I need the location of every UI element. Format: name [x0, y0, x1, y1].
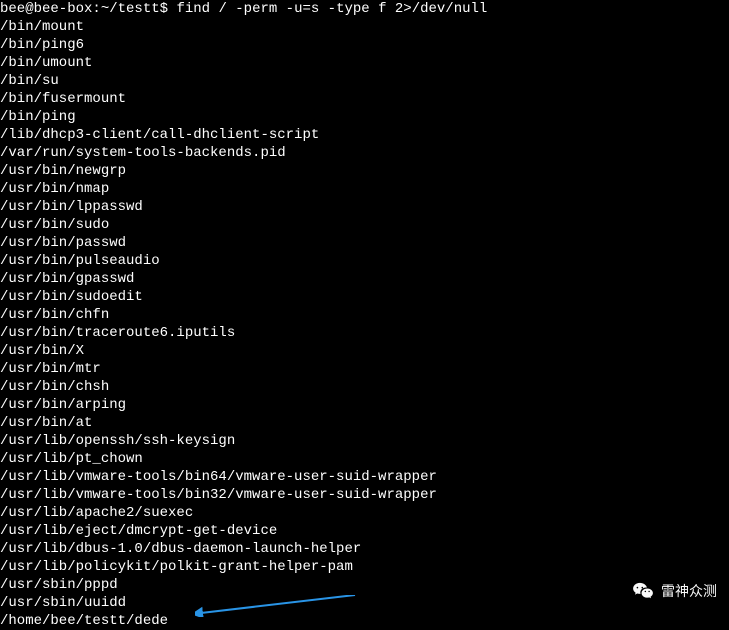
output-line: /usr/bin/gpasswd	[0, 270, 729, 288]
output-line: /usr/lib/pt_chown	[0, 450, 729, 468]
output-line: /bin/fusermount	[0, 90, 729, 108]
output-line: /var/run/system-tools-backends.pid	[0, 144, 729, 162]
output-line: /usr/lib/policykit/polkit-grant-helper-p…	[0, 558, 729, 576]
highlighted-output-line: /home/bee/testt/dede	[0, 612, 729, 630]
output-line: /bin/ping	[0, 108, 729, 126]
output-line: /usr/bin/pulseaudio	[0, 252, 729, 270]
prompt-colon: :	[92, 1, 100, 17]
output-line: /bin/umount	[0, 54, 729, 72]
output-line: /usr/bin/sudoedit	[0, 288, 729, 306]
output-line: /usr/bin/traceroute6.iputils	[0, 324, 729, 342]
output-line: /usr/lib/openssh/ssh-keysign	[0, 432, 729, 450]
output-line: /usr/bin/sudo	[0, 216, 729, 234]
output-line: /usr/bin/at	[0, 414, 729, 432]
output-line: /bin/ping6	[0, 36, 729, 54]
output-line: /usr/bin/arping	[0, 396, 729, 414]
output-line: /bin/mount	[0, 18, 729, 36]
output-line: /usr/lib/eject/dmcrypt-get-device	[0, 522, 729, 540]
output-line: /usr/bin/mtr	[0, 360, 729, 378]
output-container: /bin/mount/bin/ping6/bin/umount/bin/su/b…	[0, 18, 729, 612]
output-line: /usr/lib/vmware-tools/bin64/vmware-user-…	[0, 468, 729, 486]
output-line: /lib/dhcp3-client/call-dhclient-script	[0, 126, 729, 144]
output-line: /usr/bin/chsh	[0, 378, 729, 396]
watermark-text: 雷神众测	[661, 582, 717, 600]
prompt-path: ~/testt	[101, 1, 160, 17]
watermark: 雷神众测	[632, 582, 717, 600]
output-line: /bin/su	[0, 72, 729, 90]
prompt-separator: $	[160, 1, 168, 17]
output-line: /usr/bin/nmap	[0, 180, 729, 198]
output-line: /usr/bin/passwd	[0, 234, 729, 252]
terminal-output: bee@bee-box:~/testt$ find / -perm -u=s -…	[0, 0, 729, 630]
output-line: /usr/lib/apache2/suexec	[0, 504, 729, 522]
prompt-command: find / -perm -u=s -type f 2>/dev/null	[176, 1, 487, 17]
output-line: /usr/bin/newgrp	[0, 162, 729, 180]
output-line: /usr/lib/vmware-tools/bin32/vmware-user-…	[0, 486, 729, 504]
prompt-user-host: bee@bee-box	[0, 1, 92, 17]
prompt-line: bee@bee-box:~/testt$ find / -perm -u=s -…	[0, 0, 729, 18]
output-line: /usr/bin/lppasswd	[0, 198, 729, 216]
output-line: /usr/bin/chfn	[0, 306, 729, 324]
output-line: /usr/sbin/pppd	[0, 576, 729, 594]
output-line: /usr/sbin/uuidd	[0, 594, 729, 612]
output-line: /usr/bin/X	[0, 342, 729, 360]
wechat-icon	[632, 582, 654, 600]
output-line: /usr/lib/dbus-1.0/dbus-daemon-launch-hel…	[0, 540, 729, 558]
